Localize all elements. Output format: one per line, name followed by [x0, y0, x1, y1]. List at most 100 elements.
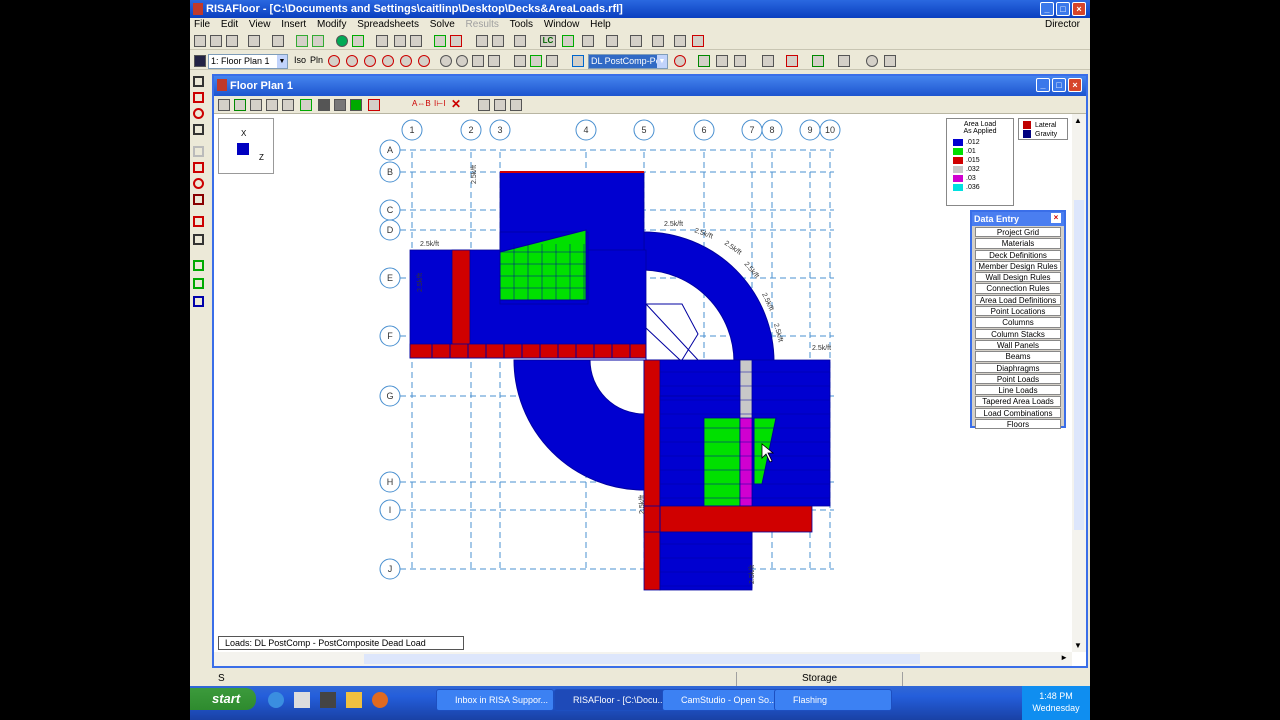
ie-icon[interactable] — [268, 692, 284, 708]
member-icon[interactable] — [698, 55, 710, 67]
data-entry-item[interactable]: Floors — [975, 419, 1061, 430]
data-entry-item[interactable]: Area Load Definitions — [975, 294, 1061, 306]
new-file-icon[interactable] — [194, 35, 206, 47]
display-icon[interactable] — [838, 55, 850, 67]
close-icon[interactable]: × — [1051, 213, 1061, 223]
director-label[interactable]: Director — [1045, 18, 1080, 32]
menu-window[interactable]: Window — [544, 19, 580, 30]
menu-solve[interactable]: Solve — [430, 19, 455, 30]
plan-view-button[interactable]: Pln — [310, 55, 323, 65]
window-icon[interactable] — [194, 55, 206, 67]
data-entry-item[interactable]: Project Grid — [975, 227, 1061, 238]
select-icon[interactable] — [514, 55, 526, 67]
menu-help[interactable]: Help — [590, 19, 611, 30]
save-icon[interactable] — [226, 35, 238, 47]
tapered-load-icon[interactable] — [193, 278, 204, 289]
plan-hatch-icon[interactable] — [334, 99, 346, 111]
lock-icon[interactable] — [546, 55, 558, 67]
unselect-icon[interactable] — [530, 55, 542, 67]
load-case-select[interactable]: DL PostComp-Po ▼ — [588, 54, 668, 69]
data-entry-item[interactable]: Wall Design Rules — [975, 272, 1061, 283]
rotate-ccw-icon[interactable] — [400, 55, 412, 67]
data-entry-item[interactable]: Tapered Area Loads — [975, 396, 1061, 407]
data-entry-item[interactable]: Materials — [975, 238, 1061, 249]
document-icon[interactable] — [606, 35, 618, 47]
data-entry-item[interactable]: Diaphragms — [975, 362, 1061, 373]
moment-icon[interactable] — [734, 55, 746, 67]
print-icon[interactable] — [272, 35, 284, 47]
zoom-out-icon[interactable] — [456, 55, 468, 67]
data-entry-item[interactable]: Line Loads — [975, 385, 1061, 396]
eraser-icon[interactable] — [692, 35, 704, 47]
deck-icon[interactable] — [786, 55, 798, 67]
explorer-icon[interactable] — [294, 692, 310, 708]
menu-edit[interactable]: Edit — [221, 19, 238, 30]
redo-icon[interactable] — [312, 35, 324, 47]
point-load-icon[interactable] — [193, 216, 204, 227]
zoom-fit-icon[interactable] — [488, 55, 500, 67]
data-entry-item[interactable]: Beams — [975, 351, 1061, 362]
wall-icon[interactable] — [582, 35, 594, 47]
plan-select-icon[interactable] — [218, 99, 230, 111]
scroll-right-icon[interactable]: ► — [1060, 653, 1068, 662]
task-flashing[interactable]: Flashing — [774, 689, 892, 711]
bookmark-icon[interactable] — [674, 35, 686, 47]
task-inbox[interactable]: Inbox in RISA Suppor... — [436, 689, 554, 711]
plan-box-icon[interactable] — [266, 99, 278, 111]
rotate-y-icon[interactable] — [364, 55, 376, 67]
spring-icon[interactable] — [884, 55, 896, 67]
data-entry-item[interactable]: Member Design Rules — [975, 260, 1061, 272]
menu-modify[interactable]: Modify — [317, 19, 346, 30]
calculator-icon[interactable] — [514, 35, 526, 47]
spreadsheet-icon[interactable] — [492, 35, 504, 47]
color-icon[interactable] — [450, 35, 462, 47]
rotate-z-icon[interactable] — [382, 55, 394, 67]
report-icon[interactable] — [630, 35, 642, 47]
scroll-up-icon[interactable]: ▲ — [1074, 116, 1082, 125]
data-entry-item[interactable]: Load Combinations — [975, 407, 1061, 419]
vertical-scrollbar[interactable]: ▲ ▼ — [1072, 114, 1086, 652]
section-icon[interactable] — [376, 35, 388, 47]
zoom-in-icon[interactable] — [440, 55, 452, 67]
rotate-cw-icon[interactable] — [418, 55, 430, 67]
open-folder-icon[interactable] — [210, 35, 222, 47]
data-entry-item[interactable]: Column Stacks — [975, 328, 1061, 339]
vertical-scroll-thumb[interactable] — [1074, 200, 1084, 530]
arrow-icon[interactable] — [762, 55, 774, 67]
menu-file[interactable]: File — [194, 19, 210, 30]
grid-icon[interactable] — [410, 35, 422, 47]
plan-delete-icon[interactable]: ✕ — [450, 98, 462, 111]
iso-view-button[interactable]: Iso — [294, 55, 306, 65]
draw-circle-icon[interactable] — [193, 178, 204, 189]
grid-tool-icon[interactable] — [193, 76, 204, 87]
joint-icon[interactable] — [716, 55, 728, 67]
data-entry-item[interactable]: Connection Rules — [975, 283, 1061, 294]
anchor-icon[interactable] — [866, 55, 878, 67]
firefox-icon[interactable] — [372, 692, 388, 708]
task-risafloor[interactable]: RISAFloor - [C:\Docu... — [554, 689, 672, 711]
draw-beam-icon[interactable] — [193, 124, 204, 135]
start-button[interactable]: start — [190, 688, 256, 710]
area-load-icon[interactable] — [193, 260, 204, 271]
child-maximize-button[interactable]: □ — [1052, 78, 1066, 92]
chevron-down-icon[interactable]: ▼ — [657, 55, 667, 68]
data-entry-item[interactable]: Wall Panels — [975, 339, 1061, 351]
minimize-button[interactable]: _ — [1040, 2, 1054, 16]
globe-icon[interactable] — [336, 35, 348, 47]
floor-select[interactable]: 1: Floor Plan 1 ▼ — [208, 54, 288, 69]
table-icon[interactable] — [476, 35, 488, 47]
plan-dot-icon[interactable] — [392, 99, 404, 111]
cycle-icon[interactable] — [674, 55, 686, 67]
scroll-down-icon[interactable]: ▼ — [1074, 641, 1082, 650]
media-icon[interactable] — [320, 692, 336, 708]
plan-copy-icon[interactable] — [510, 99, 522, 111]
data-entry-item[interactable]: Point Loads — [975, 373, 1061, 385]
plan-green-icon[interactable] — [350, 99, 362, 111]
color-fill-icon[interactable] — [812, 55, 824, 67]
draw-wall-icon[interactable] — [193, 146, 204, 157]
draw-column-icon[interactable] — [193, 108, 204, 119]
plan-line-icon[interactable] — [250, 99, 262, 111]
child-close-button[interactable]: × — [1068, 78, 1082, 92]
mail-icon[interactable] — [346, 692, 362, 708]
equals-icon[interactable] — [562, 35, 574, 47]
